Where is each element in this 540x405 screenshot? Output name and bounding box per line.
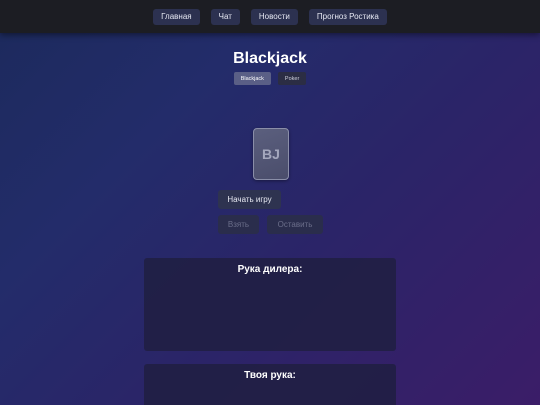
game-tabs: Blackjack Poker (0, 72, 540, 85)
logo-text: BJ (262, 146, 280, 162)
player-hand-panel: Твоя рука: (144, 364, 396, 405)
top-nav-bar: Главная Чат Новости Прогноз Ростика (0, 0, 540, 33)
nav-chat-button[interactable]: Чат (210, 8, 240, 25)
tab-blackjack[interactable]: Blackjack (233, 72, 271, 85)
hit-button[interactable]: Взять (218, 215, 259, 234)
dealer-hand-panel: Рука дилера: (144, 258, 396, 351)
nav-news-button[interactable]: Новости (250, 8, 298, 25)
tab-poker[interactable]: Poker (277, 72, 307, 85)
nav-forecast-button[interactable]: Прогноз Ростика (308, 8, 387, 25)
dealer-hand-title: Рука дилера: (237, 264, 303, 275)
stand-button[interactable]: Оставить (267, 215, 323, 234)
player-hand-title: Твоя рука: (244, 370, 296, 381)
start-game-button[interactable]: Начать игру (218, 190, 281, 209)
blackjack-card-icon: BJ (253, 128, 289, 180)
nav-home-button[interactable]: Главная (153, 8, 200, 25)
page-title: Blackjack (233, 50, 307, 67)
